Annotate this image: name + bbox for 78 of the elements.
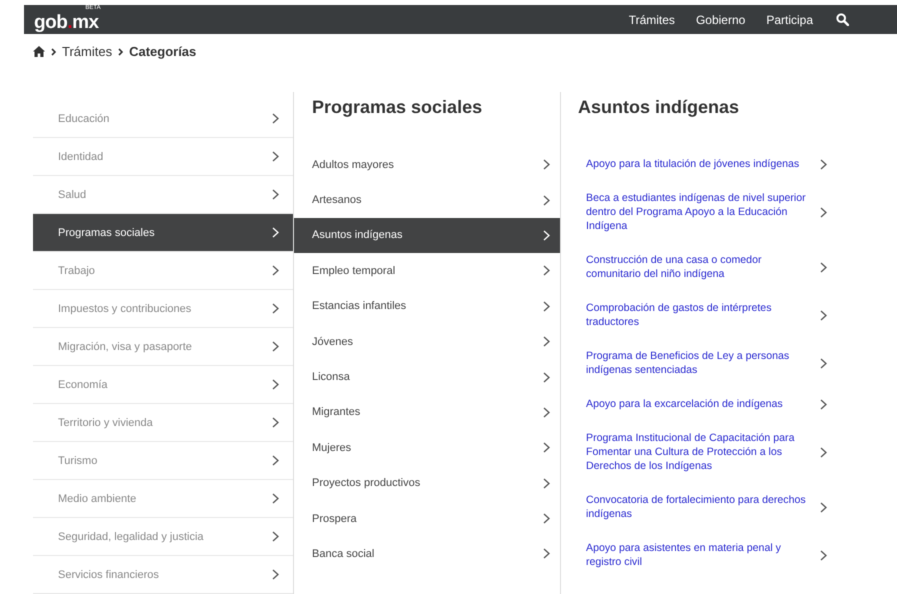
category-item[interactable]: Territorio y vivienda (33, 404, 293, 442)
subcategory-item[interactable]: Mujeres (294, 430, 560, 466)
nav-link[interactable]: Gobierno (696, 12, 746, 26)
chevron-right-icon (272, 189, 279, 200)
subcategory-item[interactable]: Adultos mayores (294, 147, 560, 182)
subcategory-item[interactable]: Banca social (294, 536, 560, 572)
chevron-right-icon (272, 569, 279, 580)
chevron-right-icon (272, 227, 279, 238)
subcategory-item[interactable]: Migrantes (294, 394, 560, 430)
chevron-right-icon (543, 265, 550, 276)
category-item[interactable]: Migración, visa y pasaporte (33, 328, 293, 366)
chevron-right-icon (272, 303, 279, 314)
chevron-right-icon (543, 513, 550, 524)
category-item[interactable]: Turismo (33, 442, 293, 480)
chevron-right-icon (272, 455, 279, 466)
procedure-link[interactable]: Programa de Beneficios de Ley a personas indígenas sentenciadas (586, 349, 814, 377)
procedure-link[interactable]: Construcción de una casa o comedor comunitario del niño indígena (586, 253, 814, 281)
chevron-right-icon (272, 379, 279, 390)
chevron-right-icon (51, 48, 56, 56)
chevron-right-icon (272, 417, 279, 428)
category-item[interactable]: Programas sociales (33, 214, 293, 252)
chevron-right-icon (543, 194, 550, 206)
column-title: Asuntos indígenas (578, 97, 740, 119)
chevron-right-icon (820, 206, 827, 218)
nav-link[interactable]: Participa (766, 12, 813, 26)
chevron-right-icon (543, 442, 550, 454)
subcategory-item[interactable]: Prospera (294, 500, 560, 536)
procedure-link[interactable]: Beca a estudiantes indígenas de nivel superior dentro del Programa Apoyo a la Educación Indígena (586, 191, 814, 233)
chevron-right-icon (543, 336, 550, 348)
search-icon[interactable] (836, 13, 849, 26)
procedure-link[interactable]: Apoyo para la excarcelación de indígenas (586, 397, 814, 411)
chevron-right-icon (272, 265, 279, 276)
chevron-right-icon (820, 550, 827, 560)
subcategory-item[interactable]: Estancias infantiles (294, 288, 560, 324)
chevron-right-icon (118, 48, 124, 56)
chevron-right-icon (272, 151, 279, 162)
chevron-right-icon (820, 502, 827, 512)
procedure-link[interactable]: Programa Institucional de Capacitación para Fomentar una Cultura de Protección a los Derechos de los Indígenas (586, 431, 814, 473)
category-item[interactable]: Economía (33, 366, 293, 404)
subcategory-item[interactable]: Liconsa (294, 359, 560, 395)
column-title: Programas sociales (312, 97, 484, 119)
category-item[interactable]: Seguridad, legalidad y justicia (33, 518, 293, 556)
chevron-right-icon (820, 262, 827, 272)
subcategory-item[interactable]: Asuntos indígenas (294, 218, 560, 254)
chevron-right-icon (820, 310, 827, 320)
chevron-right-icon (820, 358, 827, 368)
breadcrumb-link[interactable]: Trámites (62, 44, 112, 59)
home-icon[interactable] (33, 46, 45, 57)
chevron-right-icon (543, 548, 550, 560)
procedure-link[interactable]: Apoyo para asistentes en materia penal y registro civil (586, 541, 814, 569)
chevron-right-icon (543, 159, 550, 170)
nav-link[interactable]: Trámites (628, 12, 675, 26)
subcategory-item[interactable]: Artesanos (294, 182, 560, 218)
chevron-right-icon (820, 446, 827, 458)
chevron-right-icon (543, 478, 550, 489)
breadcrumb-link[interactable]: Categorías (129, 44, 196, 59)
chevron-right-icon (543, 230, 550, 241)
category-item[interactable]: Trabajo (33, 252, 293, 290)
chevron-right-icon (272, 531, 279, 542)
chevron-right-icon (543, 300, 550, 312)
chevron-right-icon (820, 398, 827, 410)
procedure-link[interactable]: Apoyo para la titulación de jóvenes indígenas (586, 157, 814, 171)
category-item[interactable]: Servicios financieros (33, 556, 293, 594)
category-item[interactable]: Impuestos y contribuciones (33, 290, 293, 328)
procedure-link[interactable]: Comprobación de gastos de intérpretes traductores (586, 301, 814, 329)
chevron-right-icon (272, 113, 279, 124)
subcategory-item[interactable]: Jóvenes (294, 324, 560, 360)
category-item[interactable]: Educación (33, 100, 293, 138)
procedure-link[interactable]: Convocatoria de fortalecimiento para derechos indígenas (586, 493, 814, 521)
chevron-right-icon (820, 158, 827, 170)
chevron-right-icon (543, 406, 550, 418)
chevron-right-icon (543, 372, 550, 383)
category-item[interactable]: Medio ambiente (33, 480, 293, 518)
chevron-right-icon (272, 493, 279, 504)
subcategory-item[interactable]: Proyectos productivos (294, 466, 560, 501)
chevron-right-icon (272, 341, 279, 352)
subcategory-item[interactable]: Empleo temporal (294, 253, 560, 289)
category-item[interactable]: Identidad (33, 138, 293, 176)
